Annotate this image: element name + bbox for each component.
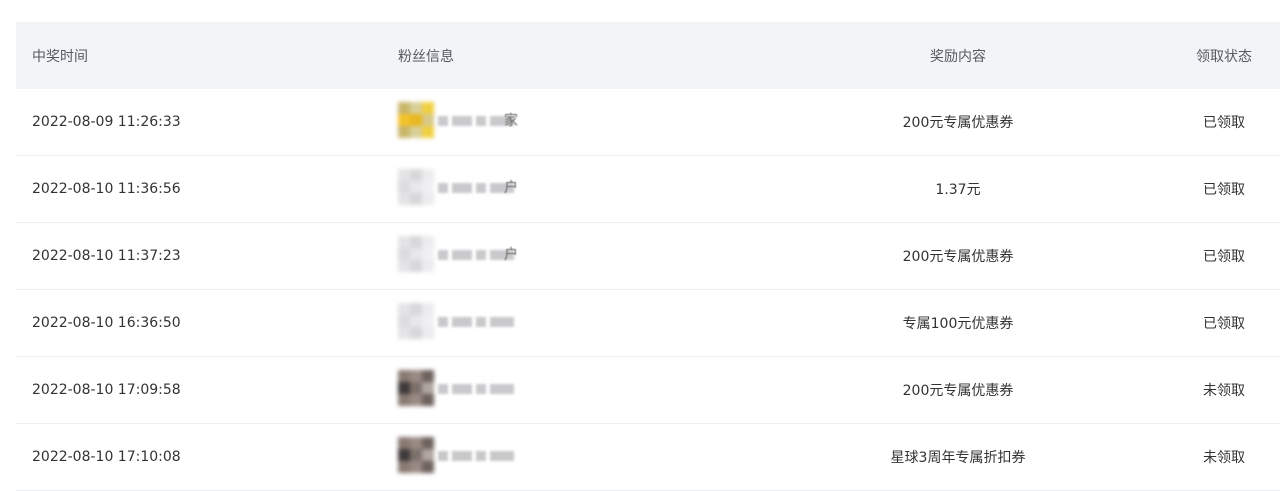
fan-info-obscured [398,370,518,410]
prize-time: 2022-08-10 16:36:50 [32,315,181,331]
prize-time: 2022-08-10 17:09:58 [32,382,181,398]
reward-content: 200元专属优惠券 [902,115,1014,131]
avatar [398,102,434,138]
avatar [398,169,434,205]
fan-info-obscured [398,437,518,477]
fan-info-obscured [398,303,518,343]
reward-content: 星球3周年专属折扣券 [890,450,1026,466]
avatar [398,303,434,339]
table-row: 2022-08-10 11:36:56 户 1.37元 已领取 [16,156,1280,223]
table-row: 2022-08-10 11:37:23 户 200元专属优惠券 已领取 [16,223,1280,290]
table-row: 2022-08-10 16:36:50 专属100元优惠券 已领取 [16,290,1280,357]
reward-content: 200元专属优惠券 [902,249,1014,265]
prize-time: 2022-08-10 11:36:56 [32,181,181,197]
prize-time: 2022-08-10 17:10:08 [32,449,181,465]
header-fan-info: 粉丝信息 [398,48,454,65]
prize-records-table: 中奖时间 粉丝信息 奖励内容 领取状态 2022-08-09 11:26:33 家… [16,22,1280,491]
avatar [398,437,434,473]
claim-status: 已领取 [1203,316,1245,332]
reward-content: 专属100元优惠券 [902,316,1014,332]
claim-status: 已领取 [1203,182,1245,198]
fan-name-fragment: 家 [504,113,518,129]
reward-content: 1.37元 [935,182,981,198]
fan-info [386,424,742,490]
fan-info-obscured: 户 [398,169,518,209]
header-status: 领取状态 [1196,48,1252,65]
fan-info: 户 [386,223,742,289]
claim-status: 未领取 [1203,383,1245,399]
claim-status: 未领取 [1203,450,1245,466]
fan-info [386,290,742,356]
fan-info-obscured: 户 [398,236,518,276]
prize-time: 2022-08-10 11:37:23 [32,248,181,264]
table-row: 2022-08-10 17:10:08 星球3周年专属折扣券 未领取 [16,424,1280,491]
claim-status: 已领取 [1203,249,1245,265]
table-row: 2022-08-10 17:09:58 200元专属优惠券 未领取 [16,357,1280,424]
reward-content: 200元专属优惠券 [902,383,1014,399]
fan-name-fragment: 户 [504,180,518,196]
fan-name-fragment: 户 [504,247,518,263]
fan-info-obscured: 家 [398,102,518,142]
table-header: 中奖时间 粉丝信息 奖励内容 领取状态 [16,22,1280,89]
prize-time: 2022-08-09 11:26:33 [32,114,181,130]
avatar [398,370,434,406]
fan-info [386,357,742,423]
avatar [398,236,434,272]
fan-info: 家 [386,89,742,155]
claim-status: 已领取 [1203,115,1245,131]
header-time: 中奖时间 [32,48,88,65]
header-reward: 奖励内容 [930,48,986,65]
fan-info: 户 [386,156,742,222]
table-row: 2022-08-09 11:26:33 家 200元专属优惠券 已领取 [16,89,1280,156]
